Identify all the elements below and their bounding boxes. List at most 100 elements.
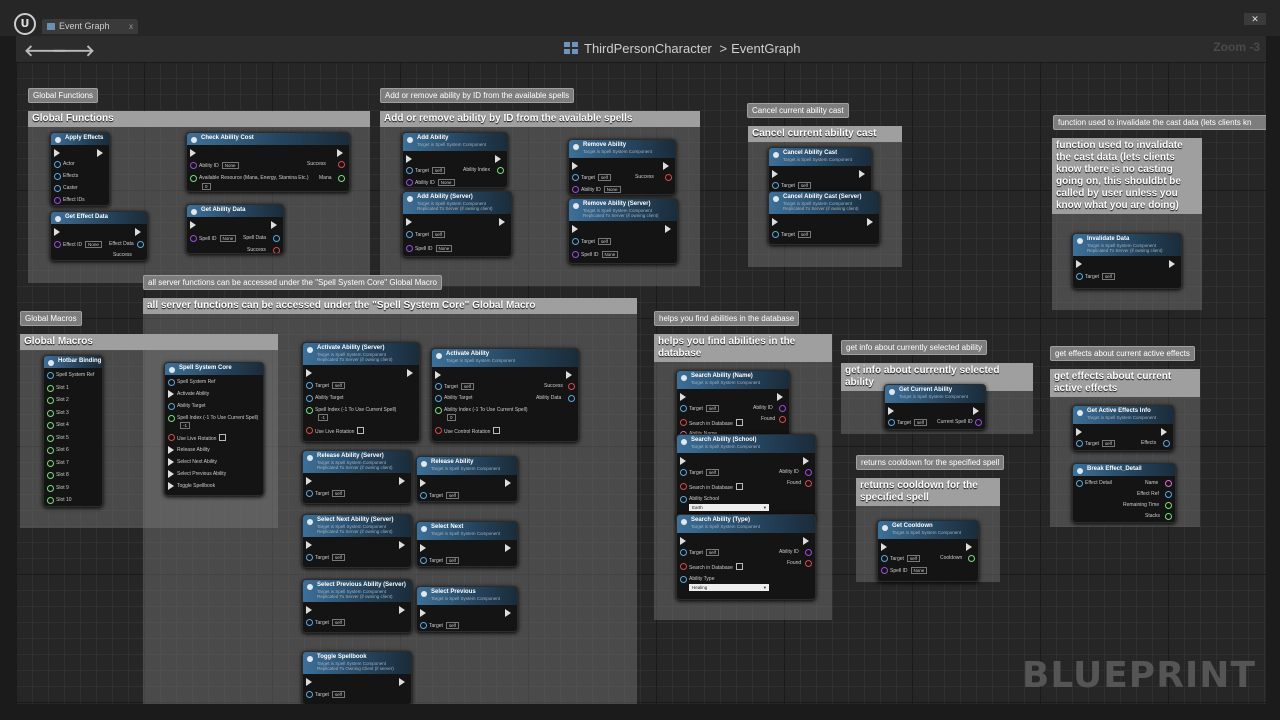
exec-out-pin[interactable]: [499, 218, 505, 226]
node-get-active-effects-info[interactable]: Get Active Effects Info Target is Spell S…: [1072, 405, 1174, 451]
node-activate-ability[interactable]: Activate Ability Target is Spell System C…: [431, 348, 579, 442]
node-spell-system-core[interactable]: Spell System Core Spell System Ref Activ…: [164, 362, 264, 496]
target-pin[interactable]: [306, 382, 313, 389]
exec-in-pin[interactable]: [680, 393, 686, 401]
exec-out-pin[interactable]: [505, 609, 511, 617]
input-pin[interactable]: [190, 175, 197, 182]
value-box[interactable]: 0: [199, 183, 211, 190]
exec-out-pin[interactable]: [803, 537, 809, 545]
exec-out-pin[interactable]: [566, 371, 572, 379]
target-pin[interactable]: [420, 557, 427, 564]
output-pin[interactable]: [968, 555, 975, 562]
input-pin[interactable]: [881, 567, 888, 574]
input-pin[interactable]: [680, 496, 687, 503]
tab-close-icon[interactable]: x: [129, 19, 133, 34]
node-add-ability-server[interactable]: Add Ability (Server) Target is Spell Syst…: [402, 191, 512, 257]
exec-in-pin[interactable]: [772, 218, 778, 226]
input-pin[interactable]: [406, 179, 413, 186]
exec-in-pin[interactable]: [306, 369, 312, 377]
exec-out-pin[interactable]: [867, 218, 873, 226]
target-pin[interactable]: [406, 167, 413, 174]
input-pin[interactable]: [54, 197, 61, 204]
input-pin[interactable]: [572, 186, 579, 193]
exec-out-pin[interactable]: [663, 162, 669, 170]
input-pin[interactable]: [680, 483, 687, 490]
exec-out-pin[interactable]: [271, 221, 277, 229]
input-pin[interactable]: [168, 434, 175, 441]
output-pin[interactable]: [975, 419, 982, 426]
target-pin[interactable]: [680, 469, 687, 476]
input-pin[interactable]: [190, 235, 197, 242]
node-select-next[interactable]: Select Next Target is Spell System Compon…: [416, 521, 518, 567]
exec-in-pin[interactable]: [54, 149, 60, 157]
node-break-effect-detail[interactable]: Break Effect_Detail Effect Detail Name E…: [1072, 463, 1176, 523]
output-pin[interactable]: [338, 175, 345, 182]
input-pin[interactable]: [47, 459, 54, 467]
exec-out-pin[interactable]: [407, 369, 413, 377]
target-pin[interactable]: [772, 231, 779, 238]
exec-in-pin[interactable]: [420, 479, 426, 487]
input-pin[interactable]: [47, 484, 54, 492]
input-pin[interactable]: [54, 173, 61, 180]
input-pin[interactable]: [54, 161, 61, 168]
input-pin[interactable]: [406, 245, 413, 252]
output-pin[interactable]: [1165, 480, 1172, 487]
input-pin[interactable]: [680, 576, 687, 583]
value-box[interactable]: -1: [177, 422, 191, 429]
target-pin[interactable]: [1076, 273, 1083, 280]
node-release-ability-server[interactable]: Release Ability (Server) Target is Spell …: [302, 450, 412, 504]
node-search-ability-name[interactable]: Search Ability (Name) Target is Spell Sys…: [676, 370, 790, 442]
output-pin[interactable]: [568, 383, 575, 390]
target-pin[interactable]: [772, 182, 779, 189]
node-check-ability-cost[interactable]: Check Ability Cost Ability ID None Succes…: [186, 132, 350, 192]
node-select-previous-ability-server[interactable]: Select Previous Ability (Server) Target i…: [302, 579, 412, 633]
exec-in-pin[interactable]: [420, 609, 426, 617]
exec-in-pin[interactable]: [168, 390, 174, 398]
node-get-current-ability[interactable]: Get Current Ability Target is Spell Syste…: [884, 384, 986, 430]
exec-out-pin[interactable]: [135, 228, 141, 236]
target-pin[interactable]: [680, 549, 687, 556]
exec-out-pin[interactable]: [803, 457, 809, 465]
exec-in-pin[interactable]: [168, 482, 174, 490]
output-pin[interactable]: [497, 167, 504, 174]
graph-canvas[interactable]: Global Functions Global Functions Apply …: [16, 62, 1266, 704]
node-cancel-ability-cast-server[interactable]: Cancel Ability Cast (Server) Target is Sp…: [768, 191, 880, 245]
exec-in-pin[interactable]: [306, 606, 312, 614]
output-pin[interactable]: [805, 469, 812, 476]
exec-out-pin[interactable]: [1169, 260, 1175, 268]
node-remove-ability-server[interactable]: Remove Ability (Server) Target is Spell S…: [568, 198, 678, 264]
target-pin[interactable]: [406, 231, 413, 238]
input-pin[interactable]: [435, 395, 442, 402]
input-pin[interactable]: [572, 251, 579, 258]
target-pin[interactable]: [572, 174, 579, 181]
input-pin[interactable]: [168, 415, 175, 422]
value-box[interactable]: -1: [315, 414, 329, 421]
exec-in-pin[interactable]: [406, 218, 412, 226]
exec-in-pin[interactable]: [881, 543, 887, 551]
output-pin[interactable]: [273, 235, 280, 242]
node-hotbar-binding[interactable]: Hotbar Binding Spell System Ref Slot 1 Slo…: [43, 355, 103, 507]
output-pin[interactable]: [805, 480, 812, 487]
exec-in-pin[interactable]: [168, 470, 174, 478]
output-pin[interactable]: [805, 549, 812, 556]
exec-in-pin[interactable]: [168, 458, 174, 466]
node-get-ability-data[interactable]: Get Ability Data Spell ID None Spell Data…: [186, 204, 284, 254]
node-remove-ability[interactable]: Remove Ability Target is Spell System Com…: [568, 139, 676, 195]
window-close-button[interactable]: ✕: [1244, 13, 1266, 25]
exec-in-pin[interactable]: [772, 170, 778, 178]
input-pin[interactable]: [47, 409, 54, 417]
input-pin[interactable]: [47, 384, 54, 392]
target-pin[interactable]: [680, 405, 687, 412]
output-pin[interactable]: [1165, 491, 1172, 498]
input-pin[interactable]: [47, 397, 54, 404]
input-pin[interactable]: [47, 422, 54, 429]
exec-in-pin[interactable]: [572, 162, 578, 170]
input-pin[interactable]: [47, 447, 54, 454]
input-pin[interactable]: [306, 427, 313, 434]
exec-out-pin[interactable]: [399, 541, 405, 549]
exec-out-pin[interactable]: [665, 225, 671, 233]
value-box[interactable]: 0: [444, 414, 456, 421]
breadcrumb-root[interactable]: ThirdPersonCharacter: [584, 41, 712, 56]
node-invalidate-data[interactable]: Invalidate Data Target is Spell System Co…: [1072, 233, 1182, 289]
exec-out-pin[interactable]: [97, 149, 103, 157]
